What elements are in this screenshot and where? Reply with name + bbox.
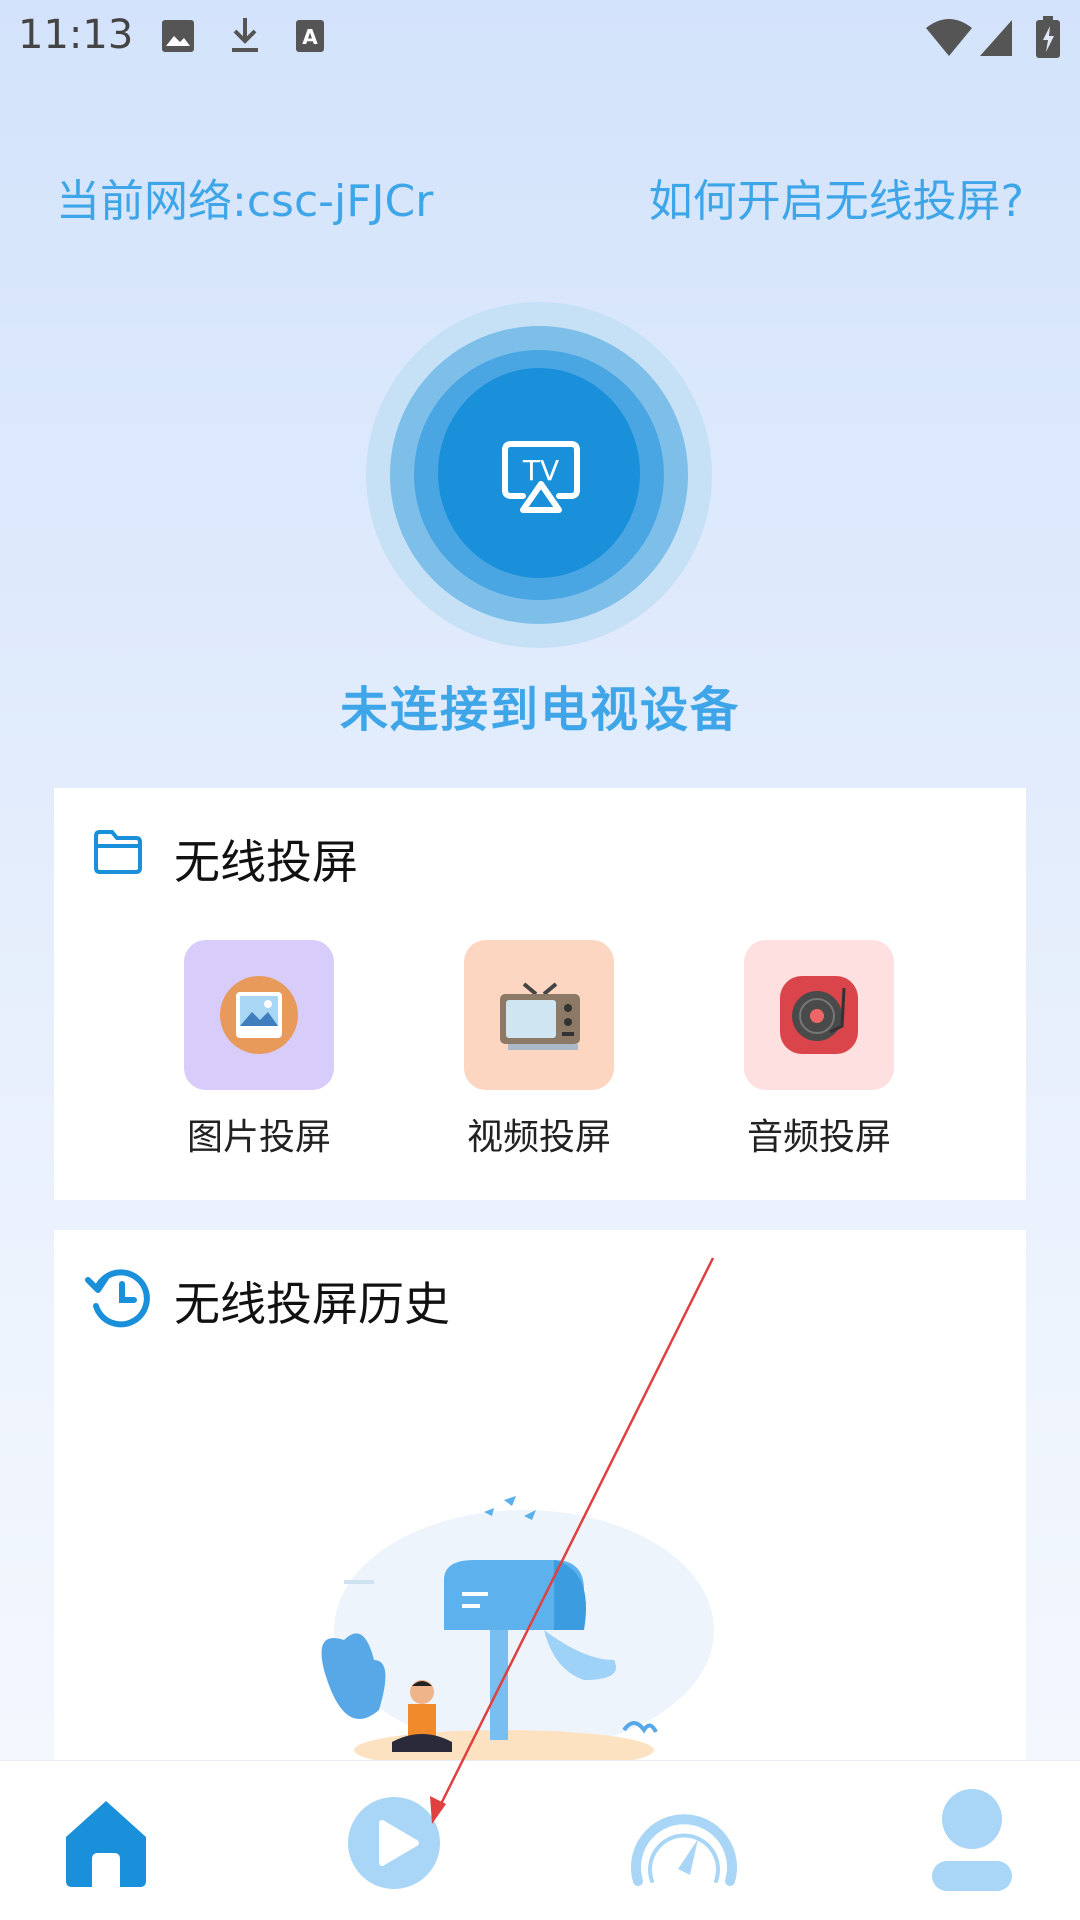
signal-icon [980,20,1012,56]
profile-icon [932,1789,1012,1891]
battery-charging-icon [1036,16,1060,58]
wifi-icon [926,19,972,56]
image-cast-tile [184,940,334,1090]
nav-profile-button[interactable] [912,1781,1032,1901]
home-icon [66,1801,146,1887]
audio-cast-label: 音频投屏 [746,1117,891,1158]
cast-type-list: 图片投屏 视频投屏 音频投屏 [184,940,896,1170]
tv-set-icon [500,982,580,1050]
cast-history-title: 无线投屏历史 [174,1277,450,1331]
folder-icon [94,830,142,874]
cast-history-card: 无线投屏历史 [54,1230,1026,1760]
airplay-tv-icon: TV [502,441,580,513]
connection-status: 未连接到电视设备 [339,682,740,738]
current-network-label: 当前网络:csc-jFJCr [56,176,434,227]
image-cast-icon [220,976,298,1054]
how-to-enable-cast-link[interactable]: 如何开启无线投屏? [649,165,1024,229]
network-row: 当前网络:csc-jFJCr 如何开启无线投屏? [56,165,1024,227]
cast-connect-button[interactable]: TV [366,302,712,648]
nav-speedometer-button[interactable] [624,1781,744,1901]
wireless-cast-title: 无线投屏 [174,835,358,889]
image-cast-button[interactable]: 图片投屏 [184,940,334,1170]
video-cast-tile [464,940,614,1090]
empty-history-illustration [321,1496,714,1760]
font-icon: A [296,20,324,52]
image-cast-label: 图片投屏 [186,1117,331,1158]
image-icon [162,20,194,52]
speedometer-icon [631,1814,737,1886]
audio-cast-tile [744,940,894,1090]
video-cast-button[interactable]: 视频投屏 [464,940,614,1170]
download-icon [232,18,258,52]
audio-cast-button[interactable]: 音频投屏 [744,940,894,1170]
record-player-icon [780,976,858,1054]
tv-icon-text: TV [522,454,559,487]
nav-home-button[interactable] [46,1781,166,1901]
play-icon [348,1797,440,1889]
status-time: 11:13 [18,12,134,58]
video-cast-label: 视频投屏 [466,1117,611,1158]
svg-text:A: A [302,25,318,49]
status-bar: 11:13 A [0,0,1080,76]
history-icon [85,1269,150,1328]
wireless-cast-card: 无线投屏 图片投屏 视频投屏 音频投屏 [54,788,1026,1200]
nav-play-button[interactable] [334,1781,454,1901]
bottom-nav [0,1760,1080,1920]
